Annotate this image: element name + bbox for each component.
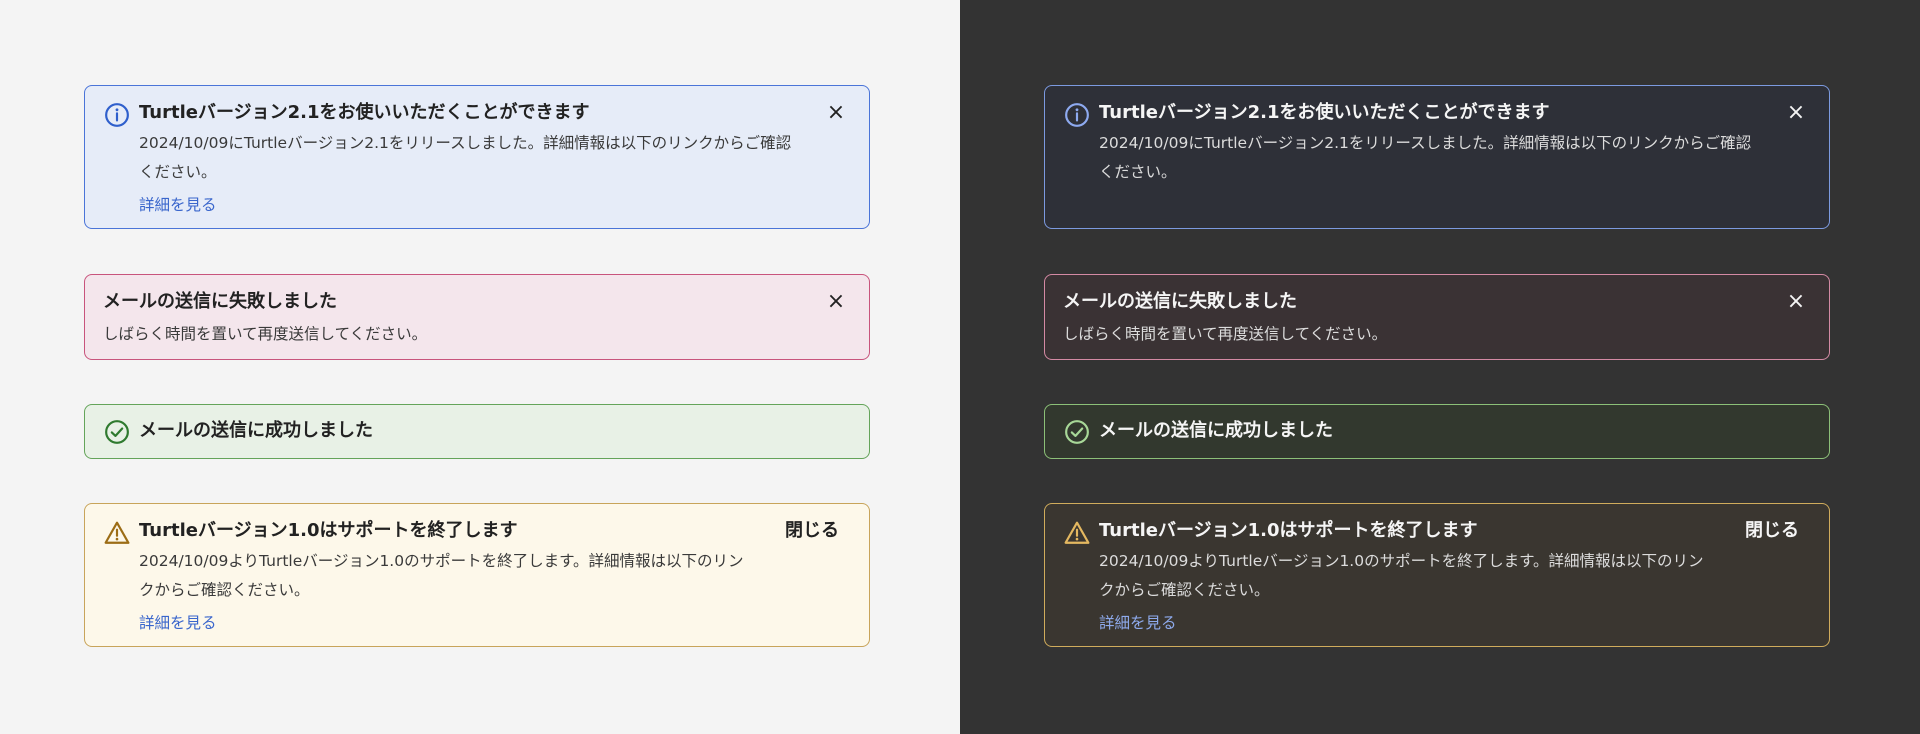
close-button[interactable]: 閉じる xyxy=(785,518,839,544)
alert-message: 2024/10/09よりTurtleバージョン1.0のサポートを終了します。詳細… xyxy=(139,552,744,599)
close-icon[interactable]: × xyxy=(823,100,849,126)
view-details-link[interactable]: 詳細を見る xyxy=(1099,610,1177,636)
close-icon[interactable]: × xyxy=(823,289,849,315)
alert-message: 2024/10/09にTurtleバージョン2.1をリリースしました。詳細情報は… xyxy=(1099,134,1752,181)
dark-theme-panel: Turtleバージョン2.1をお使いいただくことができます 2024/10/09… xyxy=(960,0,1920,734)
check-circle-icon xyxy=(1065,420,1089,444)
alert-message: しばらく時間を置いて再度送信してください。 xyxy=(103,325,428,343)
close-icon[interactable]: × xyxy=(1783,100,1809,126)
alert-title: Turtleバージョン1.0はサポートを終了します xyxy=(139,520,518,541)
warning-alert: Turtleバージョン1.0はサポートを終了します 2024/10/09よりTu… xyxy=(84,503,870,647)
info-alert: Turtleバージョン2.1をお使いいただくことができます 2024/10/09… xyxy=(84,85,870,229)
alert-message: 2024/10/09にTurtleバージョン2.1をリリースしました。詳細情報は… xyxy=(139,134,792,181)
close-icon[interactable]: × xyxy=(1783,289,1809,315)
alert-title: メールの送信に失敗しました xyxy=(1063,291,1297,312)
view-details-link[interactable]: 詳細を見る xyxy=(139,192,217,218)
success-alert: メールの送信に成功しました xyxy=(1044,404,1830,459)
view-details-link[interactable]: 詳細を見る xyxy=(139,610,217,636)
alert-title: Turtleバージョン2.1をお使いいただくことができます xyxy=(139,102,590,123)
error-alert: メールの送信に失敗しました しばらく時間を置いて再度送信してください。 × xyxy=(84,274,870,360)
close-button[interactable]: 閉じる xyxy=(1745,518,1799,544)
info-alert: Turtleバージョン2.1をお使いいただくことができます 2024/10/09… xyxy=(1044,85,1830,229)
alert-message: しばらく時間を置いて再度送信してください。 xyxy=(1063,325,1388,343)
alert-message: 2024/10/09よりTurtleバージョン1.0のサポートを終了します。詳細… xyxy=(1099,552,1704,599)
warning-alert: Turtleバージョン1.0はサポートを終了します 2024/10/09よりTu… xyxy=(1044,503,1830,647)
alert-title: メールの送信に失敗しました xyxy=(103,291,337,312)
warning-triangle-icon xyxy=(1064,521,1090,544)
success-alert: メールの送信に成功しました xyxy=(84,404,870,459)
light-theme-panel: Turtleバージョン2.1をお使いいただくことができます 2024/10/09… xyxy=(0,0,960,734)
check-circle-icon xyxy=(105,420,129,444)
warning-triangle-icon xyxy=(104,521,130,544)
alert-title: Turtleバージョン1.0はサポートを終了します xyxy=(1099,520,1478,541)
alert-title: メールの送信に成功しました xyxy=(1099,420,1333,441)
alert-title: メールの送信に成功しました xyxy=(139,420,373,441)
info-circle-icon xyxy=(1065,103,1089,127)
error-alert: メールの送信に失敗しました しばらく時間を置いて再度送信してください。 × xyxy=(1044,274,1830,360)
alert-title: Turtleバージョン2.1をお使いいただくことができます xyxy=(1099,102,1550,123)
info-circle-icon xyxy=(105,103,129,127)
